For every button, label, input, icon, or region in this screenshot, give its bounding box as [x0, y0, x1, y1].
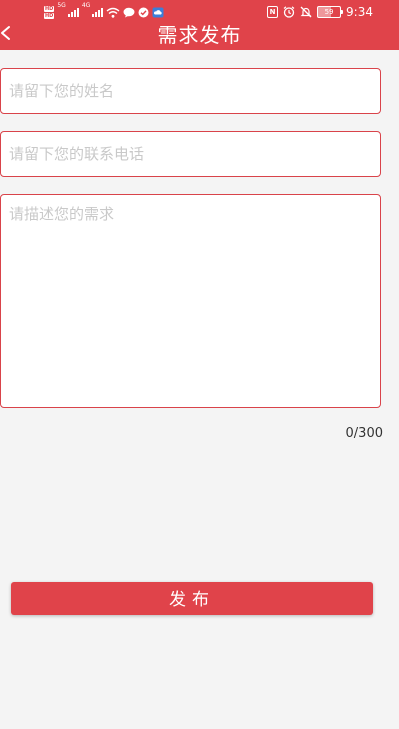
phone-input[interactable]	[0, 131, 381, 177]
network-label-2: 4G	[81, 2, 91, 9]
signal-icon	[67, 7, 79, 17]
status-bar: HD HD 5G 4G N 59 9:34	[0, 0, 399, 24]
description-textarea[interactable]	[0, 194, 381, 408]
battery-icon: 59	[317, 6, 344, 18]
name-input[interactable]	[0, 68, 381, 114]
wifi-icon	[106, 7, 120, 18]
shield-check-icon	[138, 7, 149, 17]
silent-bell-icon	[300, 6, 312, 18]
screen: HD HD 5G 4G N 59 9:34 需求发布 请留下您的姓名 请留下您的…	[0, 0, 399, 729]
chat-bubble-icon	[123, 7, 135, 17]
status-time: 9:34	[346, 5, 373, 19]
hd-badges: HD HD	[44, 5, 55, 19]
page-title: 需求发布	[157, 23, 242, 47]
hd-badge-1: HD	[44, 5, 55, 12]
character-counter: 0/300	[345, 426, 383, 441]
battery-level: 59	[324, 8, 334, 16]
signal-icon	[92, 7, 104, 17]
cloud-app-icon	[152, 7, 164, 17]
status-bar-left: HD HD 5G 4G	[44, 3, 164, 21]
status-bar-right: N 59 9:34	[267, 4, 373, 20]
publish-button[interactable]: 发布	[11, 582, 373, 615]
app-header: HD HD 5G 4G N 59 9:34 需求发布	[0, 0, 399, 50]
alarm-clock-icon	[283, 6, 295, 18]
nfc-icon: N	[267, 6, 279, 18]
hd-badge-2: HD	[44, 12, 55, 19]
network-label-1: 5G	[57, 2, 66, 9]
